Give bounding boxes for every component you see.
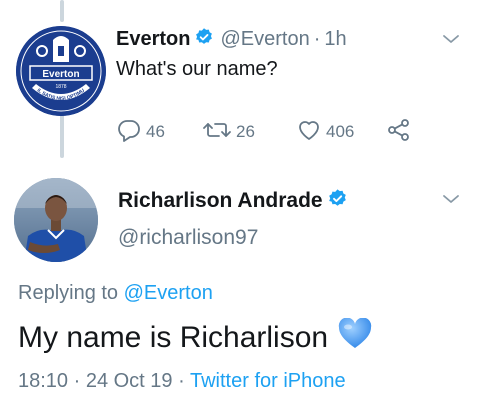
reply-mention-link[interactable]: @Everton [124, 282, 213, 304]
avatar-richarlison[interactable] [14, 178, 98, 262]
reply-icon [116, 118, 146, 147]
retweet-icon [202, 118, 236, 147]
tweet-text-content: My name is Richarlison [18, 321, 329, 354]
tweet-timestamp[interactable]: 18:10 · 24 Oct 19 [18, 370, 173, 392]
meta-separator: · [178, 370, 185, 392]
profile-photo [14, 178, 98, 262]
reply-count: 46 [146, 122, 165, 141]
retweet-count: 26 [236, 122, 255, 141]
like-count: 406 [326, 122, 355, 141]
like-icon [296, 118, 326, 147]
chevron-down-icon[interactable] [442, 192, 460, 210]
replying-to: Replying to @Everton [18, 282, 213, 305]
crest-text: Everton [42, 69, 79, 80]
separator: · [313, 27, 321, 50]
handle[interactable]: @Everton [220, 28, 309, 51]
share-icon [386, 118, 416, 147]
blue-heart-emoji [338, 317, 372, 358]
like-button[interactable]: 406 [296, 118, 354, 147]
verified-badge-icon [194, 27, 214, 52]
avatar-everton[interactable]: Everton 1878 NIL SATIS NISI OPTIMUM [16, 26, 106, 116]
chevron-down-icon[interactable] [442, 32, 460, 50]
crest-year: 1878 [55, 84, 66, 90]
thread-connector-top [60, 0, 64, 22]
tweet-time[interactable]: 1h [324, 28, 346, 51]
everton-crest-logo: Everton 1878 NIL SATIS NISI OPTIMUM [16, 26, 106, 116]
tweet-text: My name is Richarlison [18, 317, 372, 358]
tweet-text: What's our name? [116, 58, 278, 80]
reply-button[interactable]: 46 [116, 118, 165, 147]
tweet-source-link[interactable]: Twitter for iPhone [190, 370, 346, 392]
tweet-header: Richarlison Andrade [118, 188, 348, 214]
retweet-button[interactable]: 26 [202, 118, 255, 147]
tweet-meta: 18:10 · 24 Oct 19 · Twitter for iPhone [18, 370, 346, 393]
display-name[interactable]: Richarlison Andrade [118, 189, 323, 213]
verified-badge-icon [327, 188, 348, 214]
display-name[interactable]: Everton [116, 28, 190, 51]
handle[interactable]: @richarlison97 [118, 226, 258, 250]
share-button[interactable] [386, 118, 416, 147]
tweet-header: Everton @Everton · 1h [116, 24, 347, 54]
replying-prefix: Replying to [18, 282, 119, 304]
